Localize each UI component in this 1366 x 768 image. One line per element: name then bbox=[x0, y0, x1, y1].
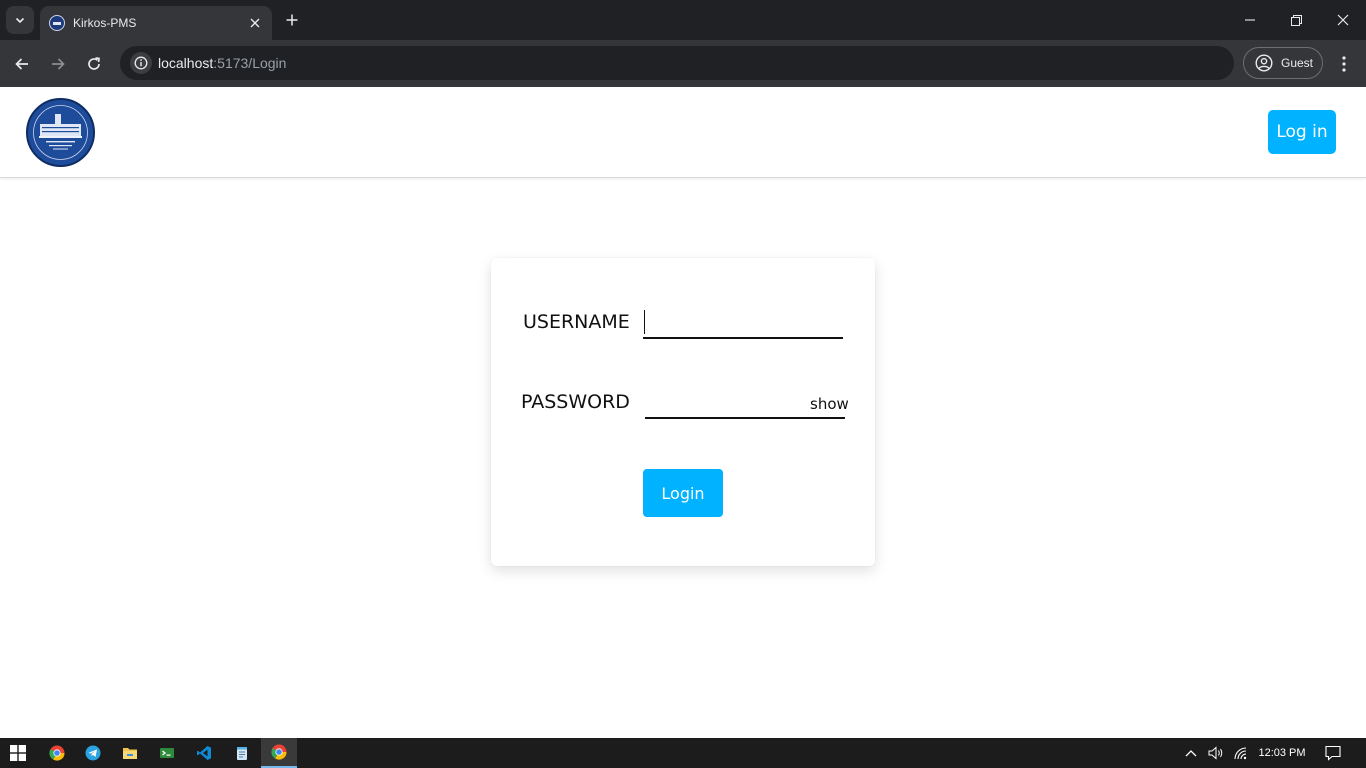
telegram-icon bbox=[85, 745, 101, 761]
kebab-menu-icon bbox=[1342, 56, 1346, 72]
network-button[interactable] bbox=[1231, 738, 1251, 768]
reload-icon bbox=[88, 57, 100, 70]
taskbar-notepad[interactable] bbox=[224, 738, 260, 768]
new-tab-button[interactable] bbox=[281, 9, 303, 31]
username-label: USERNAME bbox=[523, 311, 630, 333]
site-info-button[interactable] bbox=[130, 52, 152, 74]
windows-start-icon bbox=[10, 745, 26, 761]
close-icon bbox=[250, 18, 260, 28]
terminal-icon bbox=[160, 748, 174, 758]
header-login-button[interactable]: Log in bbox=[1268, 110, 1336, 154]
user-circle-icon bbox=[1255, 54, 1273, 72]
wifi-icon bbox=[1234, 747, 1247, 760]
info-icon bbox=[134, 56, 148, 70]
windows-taskbar: 12:03 PM bbox=[0, 738, 1366, 768]
forward-button[interactable] bbox=[44, 50, 72, 78]
chrome-icon bbox=[49, 745, 65, 761]
site-favicon-icon bbox=[49, 15, 65, 31]
taskbar-chrome[interactable] bbox=[39, 738, 75, 768]
close-window-button[interactable] bbox=[1320, 0, 1366, 40]
notepad-icon bbox=[237, 747, 247, 760]
username-input[interactable] bbox=[643, 308, 843, 339]
restore-button[interactable] bbox=[1273, 0, 1319, 40]
vscode-icon bbox=[197, 746, 211, 760]
start-button[interactable] bbox=[0, 738, 36, 768]
speaker-icon bbox=[1208, 746, 1223, 760]
text-caret bbox=[644, 310, 645, 334]
browser-menu-button[interactable] bbox=[1332, 50, 1356, 78]
taskbar-clock[interactable]: 12:03 PM bbox=[1252, 738, 1312, 768]
app-header: Log in bbox=[0, 87, 1366, 178]
arrow-left-icon bbox=[15, 58, 28, 70]
tab-title: Kirkos-PMS bbox=[73, 16, 137, 30]
show-password-toggle[interactable]: show bbox=[810, 395, 849, 413]
file-explorer-icon bbox=[123, 748, 137, 759]
taskbar-terminal[interactable] bbox=[149, 738, 185, 768]
browser-tab-active[interactable]: Kirkos-PMS bbox=[40, 6, 272, 40]
logo[interactable] bbox=[26, 98, 95, 167]
profile-button[interactable]: Guest bbox=[1243, 47, 1323, 79]
action-center-button[interactable] bbox=[1320, 738, 1346, 768]
login-card: USERNAME PASSWORD show Login bbox=[491, 258, 875, 566]
chevron-down-icon bbox=[15, 17, 25, 24]
show-hidden-icons-button[interactable] bbox=[1182, 738, 1200, 768]
tab-search-button[interactable] bbox=[6, 6, 34, 34]
volume-button[interactable] bbox=[1205, 738, 1227, 768]
password-label: PASSWORD bbox=[521, 391, 630, 413]
tab-close-button[interactable] bbox=[245, 13, 265, 33]
minimize-icon bbox=[1245, 19, 1255, 21]
taskbar-telegram[interactable] bbox=[75, 738, 111, 768]
arrow-right-icon bbox=[52, 58, 65, 70]
taskbar-chrome-active[interactable] bbox=[261, 738, 297, 768]
browser-toolbar: localhost:5173/Login Guest bbox=[0, 40, 1366, 87]
chevron-up-icon bbox=[1185, 750, 1197, 757]
address-bar[interactable]: localhost:5173/Login bbox=[120, 46, 1234, 80]
plus-icon bbox=[286, 14, 298, 26]
taskbar-vscode[interactable] bbox=[186, 738, 222, 768]
url-path: :5173/Login bbox=[213, 55, 287, 71]
browser-tabstrip: Kirkos-PMS bbox=[0, 0, 1366, 40]
taskbar-file-explorer[interactable] bbox=[112, 738, 148, 768]
url-host: localhost bbox=[158, 55, 214, 71]
restore-icon bbox=[1290, 14, 1302, 26]
minimize-button[interactable] bbox=[1227, 0, 1273, 40]
login-submit-button[interactable]: Login bbox=[643, 469, 723, 517]
close-icon bbox=[1337, 14, 1349, 26]
reload-button[interactable] bbox=[80, 50, 108, 78]
city-administration-seal-logo bbox=[29, 101, 92, 164]
profile-label: Guest bbox=[1281, 56, 1314, 70]
back-button[interactable] bbox=[8, 50, 36, 78]
chrome-icon bbox=[271, 744, 287, 760]
notification-icon bbox=[1325, 745, 1341, 761]
